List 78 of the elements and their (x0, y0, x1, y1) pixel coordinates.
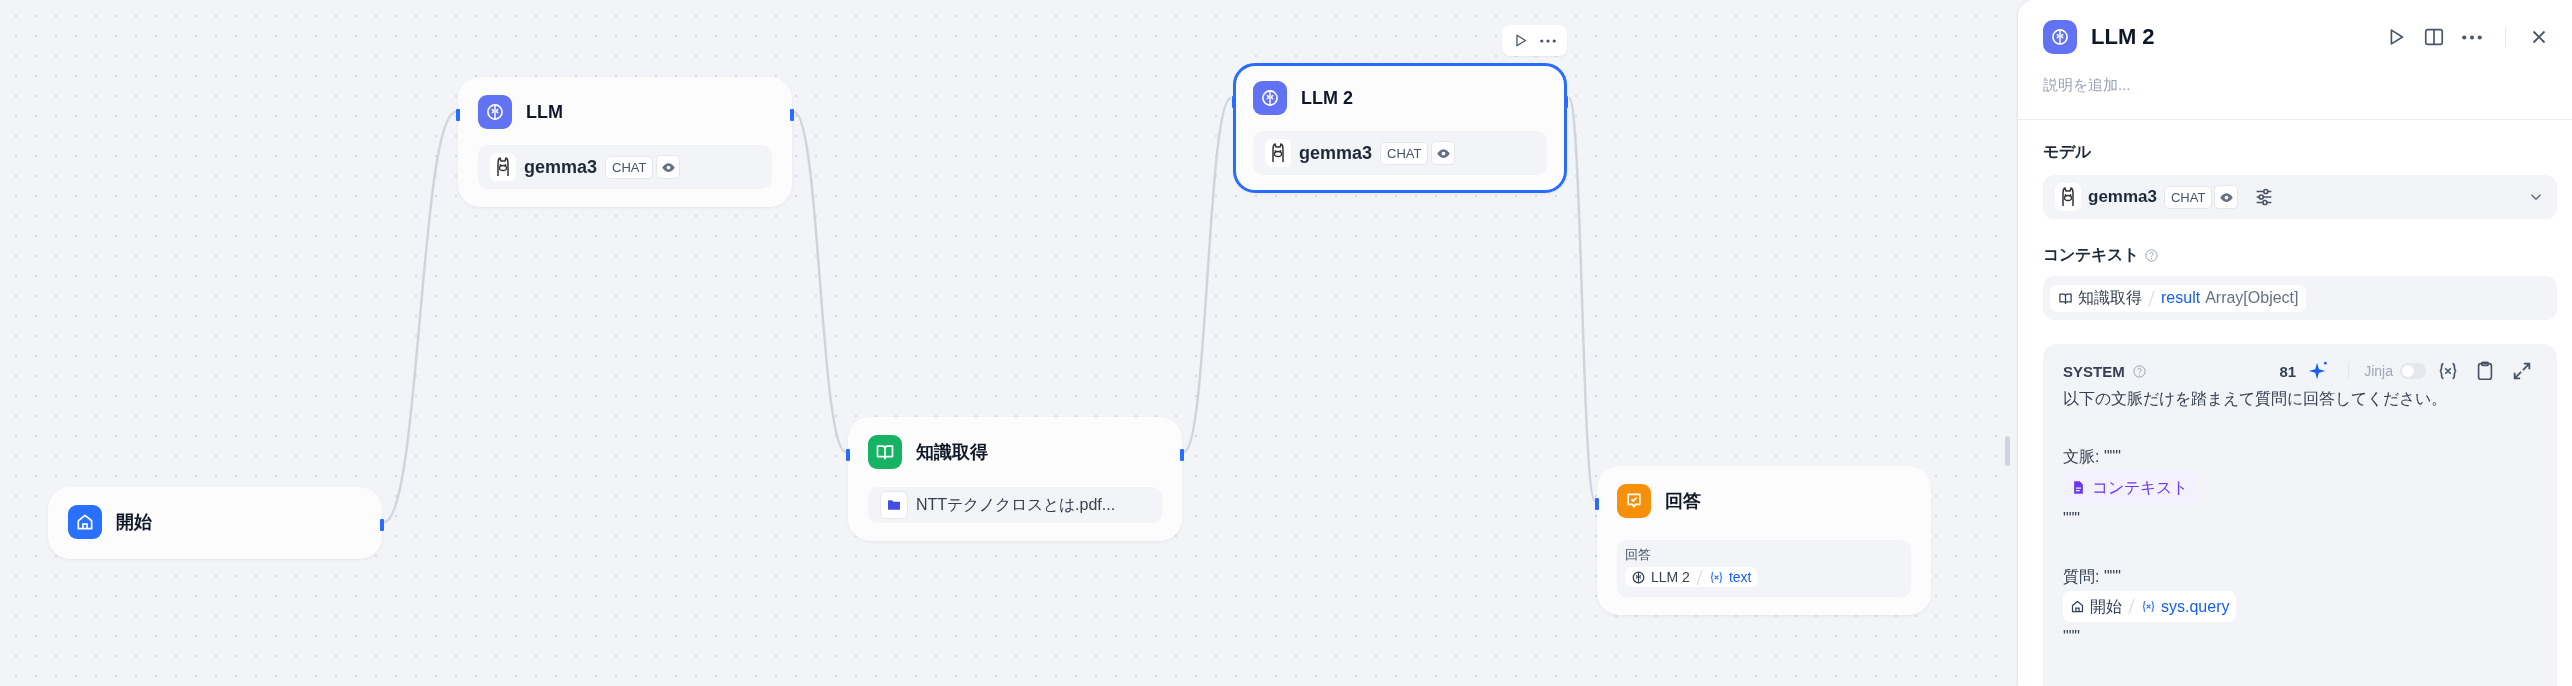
workflow-node[interactable]: 回答 回答 LLM 2 text (1597, 466, 1931, 615)
workflow-node[interactable]: 開始 (48, 487, 382, 559)
folder-icon (880, 491, 908, 519)
file-name: NTTテクノクロスとは.pdf... (916, 494, 1116, 515)
mode-tag: CHAT (605, 155, 654, 179)
variable-name: sys.query (2161, 597, 2230, 617)
prompt-role-label: SYSTEM (2063, 362, 2125, 380)
more-icon (1540, 38, 1556, 43)
split-view-icon (2423, 26, 2445, 48)
description-field[interactable]: 説明を追加... (2043, 72, 2547, 97)
mode-tag: CHAT (2164, 185, 2213, 209)
more-icon (2462, 34, 2482, 40)
node-title: 回答 (1665, 490, 1701, 513)
mode-tag: CHAT (1380, 141, 1429, 165)
variable-icon (2437, 360, 2459, 382)
node-handle[interactable] (1232, 96, 1236, 108)
brain-icon (1253, 81, 1287, 115)
llama-icon (1265, 139, 1291, 167)
section-label: コンテキスト (2043, 245, 2139, 265)
character-count: 81 (2279, 362, 2297, 380)
llama-icon (2055, 183, 2081, 211)
help-icon (2144, 248, 2159, 263)
node-handle[interactable] (456, 109, 460, 121)
node-title: LLM 2 (1301, 87, 1353, 109)
variable-icon (2141, 599, 2156, 614)
node-title: 知識取得 (916, 441, 988, 464)
variable-name: result (2161, 289, 2201, 307)
help-icon (2131, 363, 2147, 379)
expand-icon (2511, 360, 2533, 382)
brain-icon (1631, 569, 1646, 585)
variable-type: Array[Object] (2205, 289, 2299, 307)
model-name: gemma3 (1299, 142, 1373, 164)
book-icon (868, 435, 902, 469)
resize-handle[interactable] (2005, 436, 2010, 466)
workflow-node[interactable]: LLM gemma3 CHAT (458, 77, 792, 207)
prompt-text: 文脈: """ (2063, 447, 2122, 467)
context-field[interactable]: 知識取得 result Array[Object] (2043, 276, 2557, 320)
eye-icon (656, 155, 681, 179)
variable-icon (1708, 569, 1724, 585)
model-selector[interactable]: gemma3 CHAT (2043, 175, 2557, 219)
workflow-node[interactable]: 知識取得 NTTテクノクロスとは.pdf... (848, 417, 1182, 541)
prompt-text: """ (2063, 627, 2082, 647)
node-handle[interactable] (790, 109, 794, 121)
node-handle[interactable] (1595, 498, 1599, 510)
variable-chip[interactable]: LLM 2 text (1625, 567, 1758, 587)
node-name: 開始 (2090, 597, 2122, 617)
eye-icon (1431, 141, 1456, 165)
brain-icon (2043, 20, 2077, 54)
jinja-label: Jinja (2364, 363, 2393, 379)
message-check-icon (1617, 484, 1651, 518)
home-icon (2070, 599, 2085, 614)
variable-name: text (1728, 569, 1752, 585)
prompt-text: 以下の文脈だけを踏まえて質問に回答してください。 (2063, 389, 2448, 409)
node-handle[interactable] (846, 449, 850, 461)
book-icon (2058, 290, 2073, 306)
node-handle[interactable] (1180, 449, 1184, 461)
variable-chip[interactable]: 開始 sys.query (2063, 591, 2237, 622)
variable-chip[interactable]: 知識取得 result Array[Object] (2050, 284, 2307, 312)
context-label: コンテキスト (2092, 478, 2188, 498)
file-icon (2071, 480, 2086, 495)
prompt-text: 質問: """ (2063, 567, 2122, 587)
brain-icon (478, 95, 512, 129)
panel-title: LLM 2 (2091, 24, 2156, 50)
node-name: LLM 2 (1651, 569, 1690, 585)
model-name: gemma3 (524, 156, 598, 178)
field-label: 回答 (1625, 546, 1652, 564)
node-title: LLM (526, 101, 563, 123)
section-label: モデル (2043, 142, 2092, 162)
prompt-text: """ (2063, 509, 2082, 529)
context-chip[interactable]: コンテキスト (2063, 471, 2196, 504)
node-handle[interactable] (380, 519, 384, 531)
home-icon (68, 505, 102, 539)
model-name: gemma3 (2088, 187, 2157, 207)
eye-icon (2214, 185, 2239, 209)
node-title: 開始 (116, 511, 152, 534)
node-name: 知識取得 (2078, 287, 2142, 308)
node-handle[interactable] (1564, 96, 1568, 108)
llama-icon (490, 153, 516, 181)
